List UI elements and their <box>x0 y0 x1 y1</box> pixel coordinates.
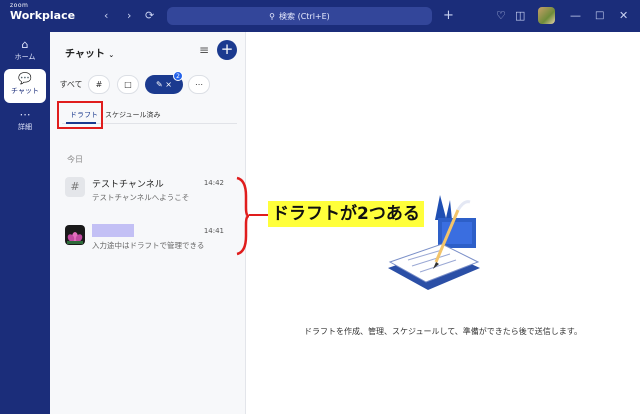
filter-icon[interactable]: ≡ <box>199 43 209 57</box>
history-icon[interactable]: ⟳ <box>145 8 154 24</box>
red-brace-annotation <box>236 176 250 256</box>
draft-illustration-icon <box>388 195 480 290</box>
lotus-avatar-icon <box>65 225 85 245</box>
draft-count-badge: 2 <box>173 71 183 81</box>
app-logo: zoom Workplace <box>10 3 76 22</box>
home-icon: ⌂ <box>21 38 29 51</box>
filter-more[interactable]: ⋯ <box>188 75 210 94</box>
panel-title-text: チャット <box>65 49 105 60</box>
left-rail: ⌂ ホーム 💬 チャット ⋯ 詳細 <box>0 32 50 414</box>
row-preview: 入力途中はドラフトで管理できる <box>92 241 205 250</box>
row-time: 14:42 <box>203 179 224 187</box>
maximize-icon[interactable]: □ <box>595 8 604 24</box>
highlight-box <box>57 101 103 129</box>
search-label: 検索 (Ctrl+E) <box>279 11 330 21</box>
minimize-icon[interactable]: — <box>570 8 581 24</box>
rail-item-more[interactable]: ⋯ 詳細 <box>4 105 46 139</box>
rail-label-more: 詳細 <box>18 123 32 131</box>
filter-chats[interactable]: □ <box>117 75 139 94</box>
speech-bubble-icon: □ <box>124 80 132 89</box>
title-bar: zoom Workplace ‹ › ⟳ ⚲ 検索 (Ctrl+E) + ♡ ◫… <box>0 0 640 32</box>
filter-all[interactable]: すべて <box>58 75 84 94</box>
chat-panel: チャット ⌄ ≡ + すべて # □ ✎ × 2 ⋯ ドラフト スケジュール済み… <box>50 32 246 414</box>
tab-scheduled[interactable]: スケジュール済み <box>105 110 161 120</box>
more-icon: ⋯ <box>195 80 203 89</box>
search-bar[interactable]: ⚲ 検索 (Ctrl+E) <box>167 7 432 25</box>
search-icon: ⚲ <box>269 11 276 21</box>
bell-icon[interactable]: ♡ <box>496 8 506 24</box>
rail-item-chat[interactable]: 💬 チャット <box>4 69 46 103</box>
empty-state-message: ドラフトを作成、管理、スケジュールして、準備ができたら後で送信します。 <box>304 327 582 336</box>
panel-title[interactable]: チャット ⌄ <box>65 45 114 60</box>
list-item[interactable]: # テストチャンネル 14:42 テストチャンネルへようこそ <box>50 174 246 212</box>
plus-icon[interactable]: + <box>443 8 454 24</box>
new-chat-button[interactable]: + <box>217 40 237 60</box>
hash-icon: # <box>95 80 103 89</box>
row-name: テストチャンネル <box>92 180 164 190</box>
callout-connector <box>249 214 269 216</box>
forward-arrow-icon[interactable]: › <box>127 8 131 24</box>
list-item[interactable]: 14:41 入力途中はドラフトで管理できる <box>50 222 246 260</box>
rail-label-chat: チャット <box>11 87 39 95</box>
avatar[interactable] <box>538 7 555 24</box>
section-label-today: 今日 <box>67 155 83 164</box>
channel-hash-icon: # <box>65 177 85 197</box>
rail-item-home[interactable]: ⌂ ホーム <box>4 35 46 69</box>
notes-icon[interactable]: ◫ <box>515 8 525 24</box>
rail-label-home: ホーム <box>14 53 36 61</box>
chat-icon: 💬 <box>18 72 32 85</box>
row-preview: テストチャンネルへようこそ <box>92 193 190 202</box>
more-icon: ⋯ <box>19 108 31 121</box>
close-icon[interactable]: ✕ <box>619 8 628 24</box>
chevron-down-icon: ⌄ <box>108 51 115 59</box>
brand-workplace: Workplace <box>10 9 76 22</box>
back-arrow-icon[interactable]: ‹ <box>104 8 108 24</box>
close-icon[interactable]: × <box>165 80 172 89</box>
redacted-name <box>92 224 134 237</box>
draft-icon: ✎ <box>156 80 163 89</box>
row-time: 14:41 <box>203 227 224 235</box>
filter-channels[interactable]: # <box>88 75 110 94</box>
